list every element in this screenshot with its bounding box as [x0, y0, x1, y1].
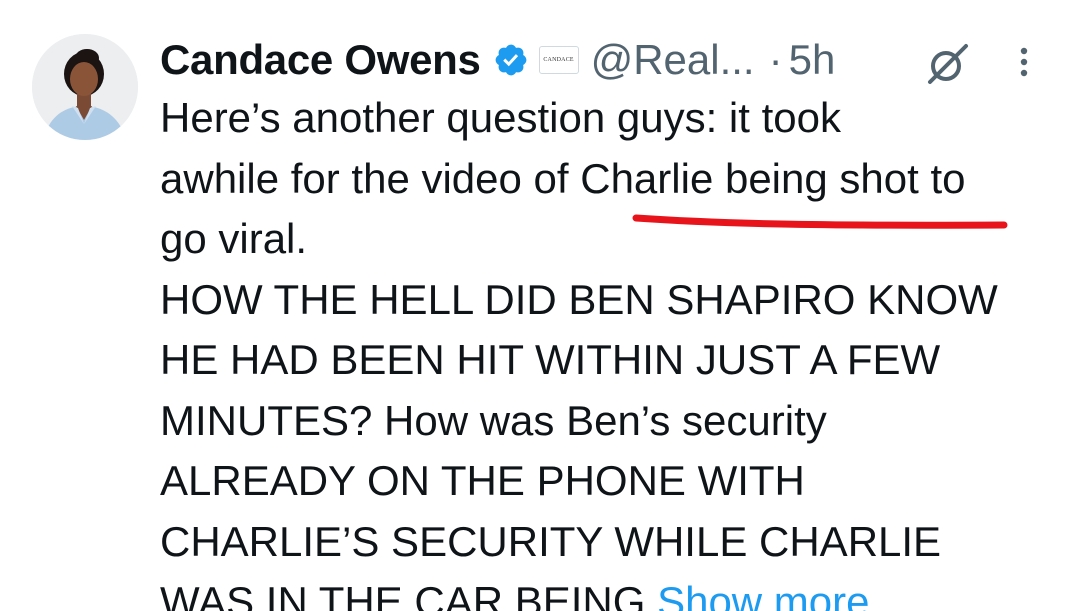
tweet-text-line: WAS IN THE CAR BEING: [160, 578, 646, 611]
tweet-text-line: ALREADY ON THE PHONE WITH: [160, 457, 805, 504]
affiliate-badge[interactable]: CANDACE: [538, 46, 579, 74]
tweet-text-line: awhile for the video of Charlie being sh…: [160, 154, 966, 202]
timestamp[interactable]: 5h: [789, 36, 836, 84]
grok-icon[interactable]: [924, 42, 972, 86]
tweet-text-line: HE HAD BEEN HIT WITHIN JUST A FEW: [160, 336, 941, 383]
more-options-icon[interactable]: [1014, 42, 1034, 86]
author-name[interactable]: Candace Owens: [160, 36, 481, 84]
tweet-card[interactable]: Candace Owens CANDACE @Real... · 5h Here…: [0, 0, 1071, 611]
avatar[interactable]: [32, 34, 138, 140]
verified-badge-icon[interactable]: [493, 42, 529, 78]
tweet-text-last-line: WAS IN THE CAR BEING Show more: [160, 572, 1060, 611]
show-more-link[interactable]: Show more: [657, 578, 869, 611]
red-underline-annotation: [632, 214, 1008, 229]
separator-dot: ·: [768, 36, 783, 83]
author-handle[interactable]: @Real...: [591, 36, 755, 84]
tweet-text-line: CHARLIE’S SECURITY WHILE CHARLIE: [160, 517, 942, 565]
tweet-text-line: MINUTES? How was Ben’s security: [160, 396, 827, 444]
tweet-text-line: HOW THE HELL DID BEN SHAPIRO KNOW: [160, 275, 998, 323]
tweet-text: Here’s another question guys: it took aw…: [160, 88, 1060, 611]
tweet-text-line: Here’s another question guys: it took: [160, 94, 841, 141]
tweet-header: Candace Owens CANDACE @Real... · 5h: [160, 32, 835, 88]
